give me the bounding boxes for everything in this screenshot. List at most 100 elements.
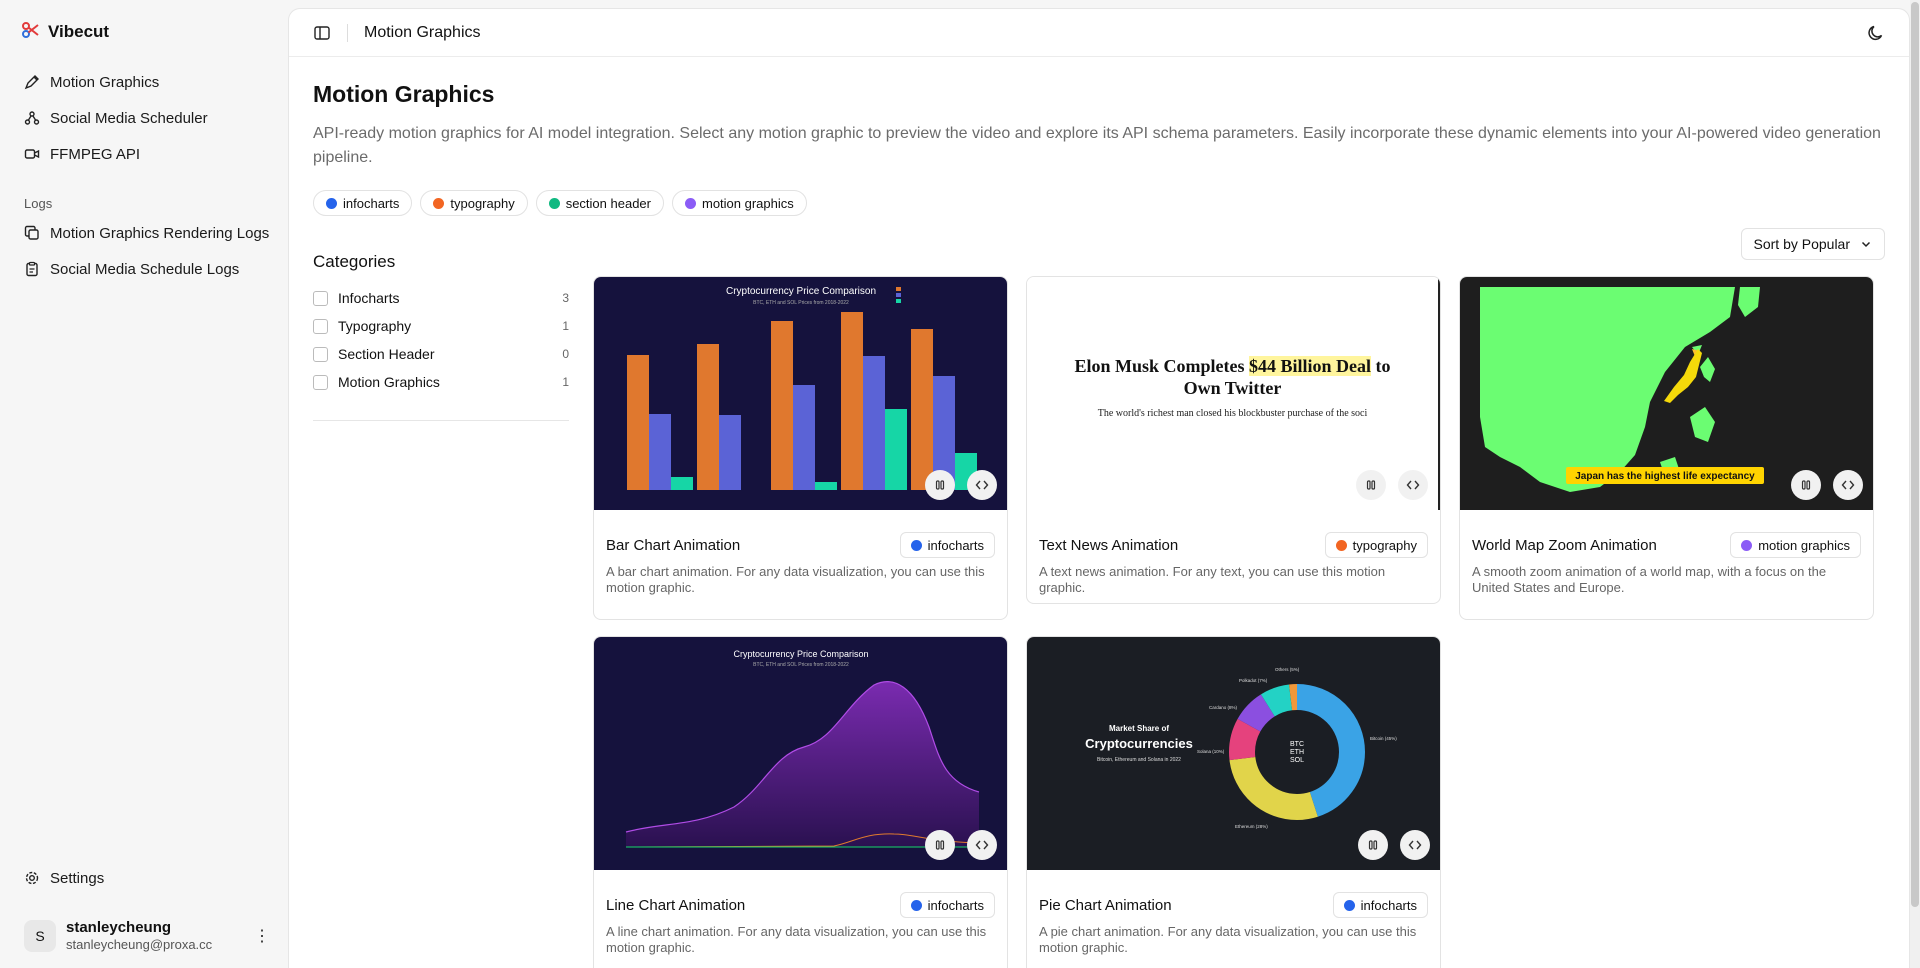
card-pie-chart-animation[interactable]: Market Share of Cryptocurrencies Bitcoin… [1026, 636, 1441, 968]
sidebar-item-motion-graphics-rendering-logs[interactable]: Motion Graphics Rendering Logs [16, 215, 272, 251]
share-nodes-icon [24, 111, 40, 125]
sidebar-toggle-icon[interactable] [313, 24, 331, 42]
code-button[interactable] [1400, 830, 1430, 860]
thumb-pie-subtitle: Bitcoin, Ethereum and Solana in 2022 [1097, 757, 1181, 763]
sort-select[interactable]: Sort by Popular [1740, 228, 1885, 260]
chevron-down-icon [1861, 241, 1871, 248]
chip-label: section header [565, 195, 651, 211]
breadcrumb: Motion Graphics [364, 23, 481, 41]
card-title: Pie Chart Animation [1039, 896, 1172, 914]
sidebar-item-social-media-schedule-logs[interactable]: Social Media Schedule Logs [16, 251, 272, 287]
code-icon [975, 480, 989, 490]
code-button[interactable] [967, 830, 997, 860]
sidebar-item-label: Motion Graphics Rendering Logs [50, 224, 270, 242]
chip-label: infocharts [343, 195, 400, 211]
preview-text-news[interactable]: Elon Musk Completes $44 Billion Deal to … [1027, 277, 1440, 510]
more-vertical-icon[interactable]: ⋮ [252, 926, 272, 946]
copy-icon [24, 225, 39, 240]
card-tag: infocharts [899, 892, 995, 918]
thumb-news-highlight: $44 Billion Deal [1249, 356, 1372, 376]
sidebar-item-motion-graphics[interactable]: Motion Graphics [16, 64, 272, 100]
tag-label: motion graphics [1758, 537, 1850, 553]
card-description: A pie chart animation. For any data visu… [1039, 924, 1417, 955]
dot-icon [433, 197, 445, 209]
card-tag: infocharts [1332, 892, 1428, 918]
donut-center-btc: BTC [1290, 741, 1304, 748]
gallery: Sort by Popular Cryptocurrency Price Com… [593, 228, 1885, 968]
gear-icon [25, 871, 39, 885]
checkbox[interactable] [313, 374, 328, 390]
thumb-news-headline-pre: Elon Musk Completes [1074, 356, 1249, 376]
card-description: A text news animation. For any text, you… [1039, 564, 1386, 595]
brand[interactable]: Vibecut [16, 0, 272, 64]
category-filters: Categories Infocharts 3 Typography 1 Secti… [313, 252, 569, 968]
dot-icon [326, 197, 337, 209]
checkbox[interactable] [313, 290, 328, 306]
card-line-chart-animation[interactable]: Cryptocurrency Price Comparison BTC, ETH… [593, 636, 1008, 968]
code-icon [1406, 480, 1420, 490]
scrollbar-thumb[interactable] [1911, 2, 1919, 907]
pause-icon [935, 840, 945, 850]
code-icon [1408, 840, 1422, 850]
app-name: Vibecut [48, 22, 110, 41]
dot-icon [1335, 539, 1347, 551]
pause-button[interactable] [1791, 470, 1821, 500]
card-bar-chart-animation[interactable]: Cryptocurrency Price Comparison BTC, ETH… [593, 276, 1008, 620]
chip-section-header[interactable]: section header [535, 190, 664, 216]
card-world-map-zoom-animation[interactable]: Japan has the highest life expectancy Wo… [1459, 276, 1874, 620]
pause-icon [1801, 480, 1811, 490]
thumb-news-sub: The world's richest man closed his block… [1097, 408, 1368, 419]
card-text-news-animation[interactable]: Elon Musk Completes $44 Billion Deal to … [1026, 276, 1441, 604]
preview-bar-chart[interactable]: Cryptocurrency Price Comparison BTC, ETH… [594, 277, 1007, 510]
pause-button[interactable] [925, 830, 955, 860]
sidebar-item-social-media-scheduler[interactable]: Social Media Scheduler [16, 100, 272, 136]
pause-icon [935, 480, 945, 490]
preview-pie-chart[interactable]: Market Share of Cryptocurrencies Bitcoin… [1027, 637, 1440, 870]
chip-label: motion graphics [701, 195, 794, 211]
user-email: stanleycheung@proxa.cc [66, 937, 213, 953]
user-name: stanleycheung [66, 919, 172, 937]
code-button[interactable] [1398, 470, 1428, 500]
preview-line-chart[interactable]: Cryptocurrency Price Comparison BTC, ETH… [594, 637, 1007, 870]
page-title: Motion Graphics [313, 81, 495, 107]
theme-toggle-moon-icon[interactable] [1867, 24, 1885, 42]
tag-label: infocharts [927, 897, 984, 913]
checkbox[interactable] [313, 346, 328, 362]
sidebar-item-settings[interactable]: Settings [16, 860, 272, 896]
dot-icon [684, 197, 696, 209]
code-button[interactable] [1833, 470, 1863, 500]
sidebar-item-ffmpeg-api[interactable]: FFMPEG API [16, 136, 272, 172]
card-tag: motion graphics [1730, 532, 1861, 558]
category-count: 3 [562, 291, 569, 305]
card-tag: infocharts [899, 532, 995, 558]
topbar: Motion Graphics [289, 9, 1909, 57]
thumb-bar-subtitle: BTC, ETH and SOL Prices from 2018-2022 [753, 300, 849, 306]
category-label: Infocharts [338, 290, 400, 306]
pause-button[interactable] [925, 470, 955, 500]
card-title: Text News Animation [1039, 536, 1179, 554]
pie-label-cardano: Cardano (8%) [1209, 705, 1238, 710]
code-icon [1841, 480, 1855, 490]
divider [347, 23, 348, 42]
thumb-pie-title-big: Cryptocurrencies [1085, 736, 1193, 751]
chip-typography[interactable]: typography [420, 190, 528, 216]
card-title: Line Chart Animation [606, 896, 746, 914]
user-menu[interactable]: S stanleycheung stanleycheung@proxa.cc ⋮ [16, 904, 272, 968]
card-tag: typography [1324, 532, 1428, 558]
pause-button[interactable] [1356, 470, 1386, 500]
category-motion-graphics: Motion Graphics 1 [313, 368, 569, 396]
checkbox[interactable] [313, 318, 328, 334]
category-count: 1 [562, 319, 569, 333]
category-count: 1 [562, 375, 569, 389]
dot-icon [548, 197, 560, 209]
tag-label: typography [1352, 537, 1417, 553]
scrollbar[interactable] [1910, 0, 1920, 968]
chip-motion-graphics[interactable]: motion graphics [671, 190, 807, 216]
chip-infocharts[interactable]: infocharts [313, 190, 413, 216]
main-panel: Motion Graphics Motion Graphics API-read… [288, 8, 1910, 968]
code-icon [975, 840, 989, 850]
pause-button[interactable] [1358, 830, 1388, 860]
code-button[interactable] [967, 470, 997, 500]
thumb-bar-title: Cryptocurrency Price Comparison [726, 286, 876, 297]
preview-world-map[interactable]: Japan has the highest life expectancy [1460, 277, 1873, 510]
